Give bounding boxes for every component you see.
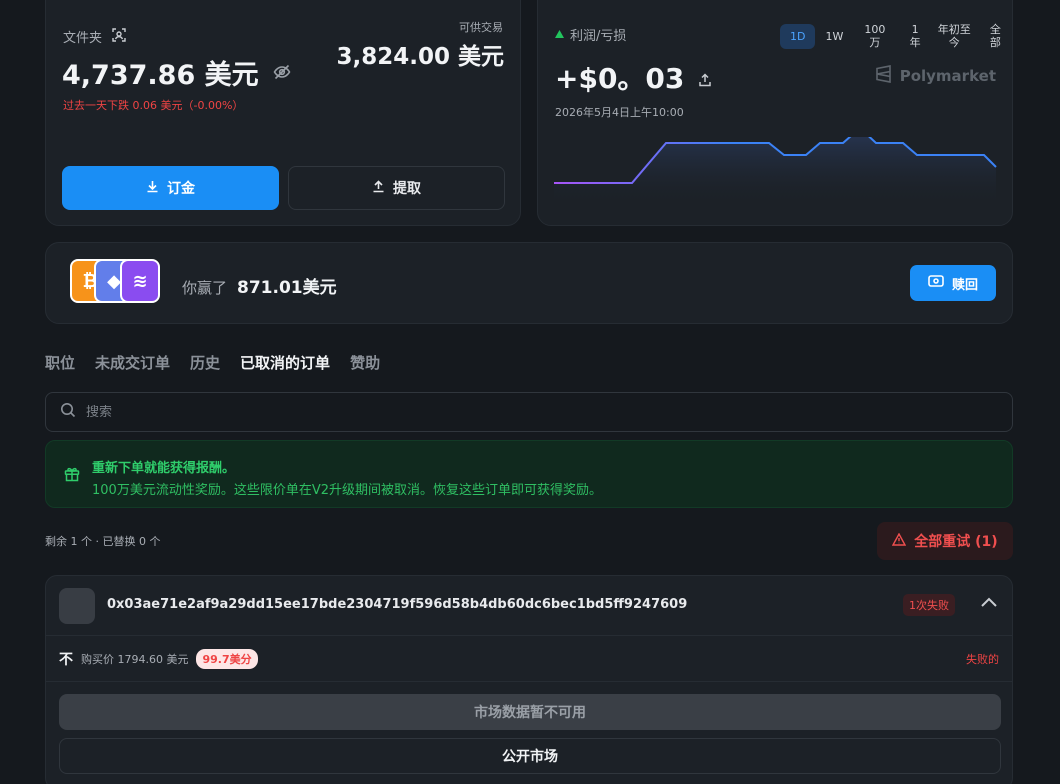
rewards-text-row: 你赢了 871.01美元: [182, 273, 337, 298]
order-price: 购买价 1794.60 美元: [81, 653, 189, 666]
eye-off-icon[interactable]: [273, 57, 291, 88]
deposit-button[interactable]: 订金: [62, 166, 279, 210]
tab-cancelled-orders[interactable]: 已取消的订单: [240, 352, 330, 373]
portfolio-card: 文件夹 4,737.86 美元 过去一天下跌 0.06 美元（-0.00%） 可…: [45, 0, 521, 226]
order-card: 0x03ae71e2af9a29dd15ee17bde2304719f596d5…: [45, 575, 1013, 784]
retry-all-label: 全部重试 (1): [914, 534, 998, 550]
fail-count-badge: 1次失败: [903, 594, 955, 616]
range-tab-1m[interactable]: 100万: [853, 17, 896, 55]
pnl-label: 利润/亏损: [570, 29, 627, 44]
portfolio-change: 过去一天下跌 0.06 美元（-0.00%）: [63, 99, 244, 112]
range-tab-1y[interactable]: 1年: [900, 17, 929, 55]
share-icon[interactable]: [698, 61, 712, 94]
cents-badge: 99.7美分: [196, 649, 258, 669]
available-value: 3,824.00 美元: [336, 44, 504, 70]
market-unavailable-notice: 市场数据暂不可用: [59, 694, 1001, 730]
range-tab-ytd[interactable]: 年初至今: [934, 23, 975, 49]
rewards-card: ₿ ◆ ≋ 你赢了 871.01美元 赎回: [45, 242, 1013, 324]
tab-sponsorship[interactable]: 赞助: [350, 352, 380, 373]
gift-icon: [64, 466, 80, 486]
search-box: [45, 392, 1013, 432]
tab-open-orders[interactable]: 未成交订单: [95, 352, 170, 373]
search-icon: [60, 402, 76, 422]
portfolio-label: 文件夹: [63, 31, 103, 46]
tab-positions[interactable]: 职位: [45, 352, 75, 373]
pnl-value: +$0。03: [555, 62, 685, 95]
triangle-up-icon: [555, 27, 564, 42]
tab-history[interactable]: 历史: [190, 352, 220, 373]
banner-title: 重新下单就能获得报酬。: [92, 461, 236, 476]
pnl-chart: [554, 137, 997, 201]
scan-icon[interactable]: [112, 27, 126, 46]
remaining-summary: 剩余 1 个 · 已替换 0 个: [45, 535, 161, 548]
withdraw-label: 提取: [393, 181, 421, 197]
download-icon: [146, 180, 159, 197]
withdraw-button[interactable]: 提取: [288, 166, 505, 210]
range-tab-1d[interactable]: 1D: [780, 23, 816, 49]
polymarket-logo-icon: [875, 65, 892, 87]
banner-body: 100万美元流动性奖励。这些限价单在V2升级期间被取消。恢复这些订单即可获得奖励…: [92, 483, 602, 498]
order-detail-row: 不 购买价 1794.60 美元 99.7美分: [59, 649, 258, 669]
orders-tabs: 职位 未成交订单 历史 已取消的订单 赞助: [45, 352, 380, 373]
divider: [46, 635, 1012, 636]
cash-icon: [928, 275, 944, 291]
divider: [46, 681, 1012, 682]
order-hash: 0x03ae71e2af9a29dd15ee17bde2304719f596d5…: [107, 597, 688, 612]
brand: Polymarket: [875, 65, 996, 87]
token-stack: ₿ ◆ ≋: [70, 259, 170, 309]
deposit-label: 订金: [167, 181, 195, 197]
range-tabs: 1D 1W 100万 1年 年初至今 全部: [780, 17, 1012, 55]
solana-token-icon: ≋: [120, 259, 160, 303]
brand-name: Polymarket: [899, 67, 996, 85]
portfolio-value: 4,737.86 美元: [62, 60, 259, 91]
reward-banner: 重新下单就能获得报酬。 100万美元流动性奖励。这些限价单在V2升级期间被取消。…: [45, 440, 1013, 508]
redeem-label: 赎回: [951, 277, 978, 293]
order-status: 失败的: [966, 653, 999, 666]
upload-icon: [372, 179, 385, 197]
range-tab-1w[interactable]: 1W: [819, 24, 849, 49]
search-input[interactable]: [86, 404, 946, 420]
rewards-text: 你赢了: [182, 279, 228, 297]
portfolio-value-row: 4,737.86 美元: [62, 53, 291, 92]
open-market-button[interactable]: 公开市场: [59, 738, 1001, 774]
rewards-amount: 871.01美元: [237, 278, 337, 298]
pnl-value-row: +$0。03: [555, 57, 712, 97]
portfolio-label-row: 文件夹: [63, 27, 126, 46]
redeem-button[interactable]: 赎回: [910, 265, 996, 301]
warning-icon: [892, 532, 907, 550]
retry-all-button[interactable]: 全部重试 (1): [877, 522, 1013, 560]
market-thumbnail: [59, 588, 95, 624]
order-side: 不: [59, 652, 73, 668]
chevron-up-icon[interactable]: [980, 594, 998, 613]
pnl-card: 利润/亏损 +$0。03 2026年5月4日上午10:00 1D 1W 100万…: [537, 0, 1013, 226]
range-tab-all[interactable]: 全部: [979, 17, 1012, 55]
available-label: 可供交易: [459, 21, 503, 34]
pnl-date: 2026年5月4日上午10:00: [555, 106, 684, 119]
pnl-label-row: 利润/亏损: [555, 25, 626, 44]
